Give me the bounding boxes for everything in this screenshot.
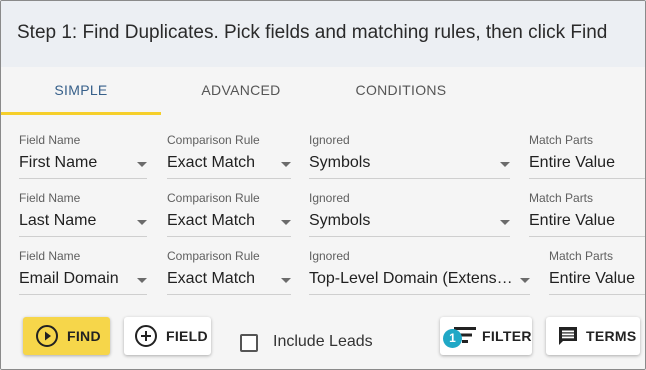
match-parts-label: Match Parts — [529, 133, 594, 147]
comparison-rule-dropdown[interactable]: Exact Match — [167, 268, 291, 295]
field-name-label: Field Name — [19, 191, 81, 205]
comparison-rule-value: Exact Match — [167, 270, 256, 287]
dropdown-arrow-icon — [520, 278, 530, 283]
comparison-rule-value: Exact Match — [167, 154, 256, 171]
ignored-value: Top-Level Domain (Extens… — [309, 270, 511, 287]
dropdown-arrow-icon — [281, 278, 291, 283]
tab-advanced-label: ADVANCED — [201, 82, 281, 98]
rule-row: Field Name Email Domain Comparison Rule … — [1, 245, 645, 303]
ignored-value: Symbols — [309, 212, 371, 229]
play-circle-icon — [36, 325, 58, 347]
comparison-rule-label: Comparison Rule — [167, 249, 260, 263]
match-parts-dropdown[interactable]: Entire Value — [529, 152, 645, 179]
dropdown-arrow-icon — [500, 220, 510, 225]
tab-simple[interactable]: SIMPLE — [1, 67, 161, 115]
ignored-dropdown[interactable]: Symbols — [309, 210, 510, 237]
ignored-label: Ignored — [309, 249, 350, 263]
terms-button[interactable]: TERMS — [546, 317, 640, 355]
field-name-label: Field Name — [19, 249, 81, 263]
comparison-rule-value: Exact Match — [167, 212, 256, 229]
ignored-dropdown[interactable]: Top-Level Domain (Extens… — [309, 268, 530, 295]
match-parts-label: Match Parts — [549, 249, 614, 263]
tab-advanced[interactable]: ADVANCED — [161, 67, 321, 115]
add-circle-icon — [135, 325, 157, 347]
include-leads-label[interactable]: Include Leads — [273, 333, 373, 351]
dropdown-arrow-icon — [137, 162, 147, 167]
comparison-rule-dropdown[interactable]: Exact Match — [167, 210, 291, 237]
add-field-button-label: FIELD — [166, 328, 208, 344]
step-header: Step 1: Find Duplicates. Pick fields and… — [1, 1, 645, 67]
comparison-rule-label: Comparison Rule — [167, 191, 260, 205]
dropdown-arrow-icon — [281, 162, 291, 167]
filter-button-label: FILTER — [482, 328, 532, 344]
field-name-value: Last Name — [19, 212, 97, 229]
ignored-dropdown[interactable]: Symbols — [309, 152, 510, 179]
add-field-button[interactable]: FIELD — [124, 317, 211, 355]
find-duplicates-panel: Step 1: Find Duplicates. Pick fields and… — [0, 0, 646, 370]
message-icon — [559, 327, 577, 345]
match-parts-label: Match Parts — [529, 191, 594, 205]
tab-simple-label: SIMPLE — [54, 82, 108, 98]
ignored-label: Ignored — [309, 191, 350, 205]
field-name-dropdown[interactable]: Email Domain — [19, 268, 147, 295]
rule-row: Field Name First Name Comparison Rule Ex… — [1, 129, 645, 187]
comparison-rule-label: Comparison Rule — [167, 133, 260, 147]
rule-row: Field Name Last Name Comparison Rule Exa… — [1, 187, 645, 245]
tab-conditions-label: CONDITIONS — [355, 82, 447, 98]
ignored-value: Symbols — [309, 154, 371, 171]
match-parts-value: Entire Value — [529, 212, 615, 229]
include-leads-checkbox[interactable] — [240, 334, 258, 352]
field-name-dropdown[interactable]: Last Name — [19, 210, 147, 237]
field-name-dropdown[interactable]: First Name — [19, 152, 147, 179]
field-name-value: Email Domain — [19, 270, 119, 287]
dropdown-arrow-icon — [281, 220, 291, 225]
comparison-rule-dropdown[interactable]: Exact Match — [167, 152, 291, 179]
terms-button-label: TERMS — [586, 328, 637, 344]
ignored-label: Ignored — [309, 133, 350, 147]
simple-tab-content: Field Name First Name Comparison Rule Ex… — [1, 115, 645, 369]
match-parts-value: Entire Value — [529, 154, 615, 171]
match-parts-value: Entire Value — [549, 270, 635, 287]
find-button-label: FIND — [67, 328, 101, 344]
dropdown-arrow-icon — [500, 162, 510, 167]
match-parts-dropdown[interactable]: Entire Value — [549, 268, 645, 295]
find-button[interactable]: FIND — [23, 317, 110, 355]
field-name-label: Field Name — [19, 133, 81, 147]
dropdown-arrow-icon — [137, 220, 147, 225]
tab-conditions[interactable]: CONDITIONS — [321, 67, 481, 115]
field-name-value: First Name — [19, 154, 98, 171]
filter-count-badge: 1 — [443, 329, 462, 348]
dropdown-arrow-icon — [137, 278, 147, 283]
tab-bar: SIMPLE ADVANCED CONDITIONS — [1, 67, 645, 115]
step-title: Step 1: Find Duplicates. Pick fields and… — [17, 22, 608, 43]
match-parts-dropdown[interactable]: Entire Value — [529, 210, 645, 237]
